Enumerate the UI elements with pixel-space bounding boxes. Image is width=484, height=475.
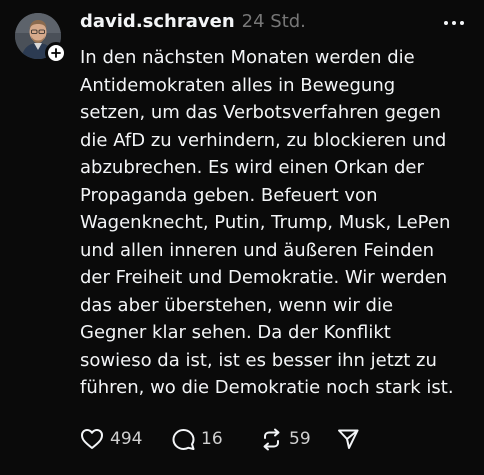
thread-post: david.schraven 24 Std. In den nächsten M… <box>0 0 484 475</box>
repost-icon <box>263 428 280 450</box>
repost-count: 59 <box>289 429 311 449</box>
repost-button[interactable]: 59 <box>260 428 337 451</box>
post-header: david.schraven 24 Std. <box>80 11 306 35</box>
like-button[interactable]: 494 <box>80 428 172 450</box>
reply-button[interactable]: 16 <box>172 428 260 451</box>
post-text: In den nächsten Monaten werden die Antid… <box>80 47 454 398</box>
more-horizontal-icon <box>444 21 464 25</box>
reply-count: 16 <box>201 429 223 449</box>
send-icon <box>338 429 359 449</box>
like-count: 494 <box>110 429 143 449</box>
username[interactable]: david.schraven <box>80 11 235 32</box>
more-options-button[interactable] <box>442 15 466 31</box>
share-button[interactable] <box>337 428 359 450</box>
action-bar: 494 16 59 <box>80 426 359 452</box>
follow-button[interactable] <box>45 42 67 64</box>
comment-icon <box>172 428 195 450</box>
avatar-container[interactable] <box>15 13 67 64</box>
plus-icon <box>51 48 61 58</box>
heart-icon <box>81 429 103 449</box>
timestamp: 24 Std. <box>241 11 306 32</box>
